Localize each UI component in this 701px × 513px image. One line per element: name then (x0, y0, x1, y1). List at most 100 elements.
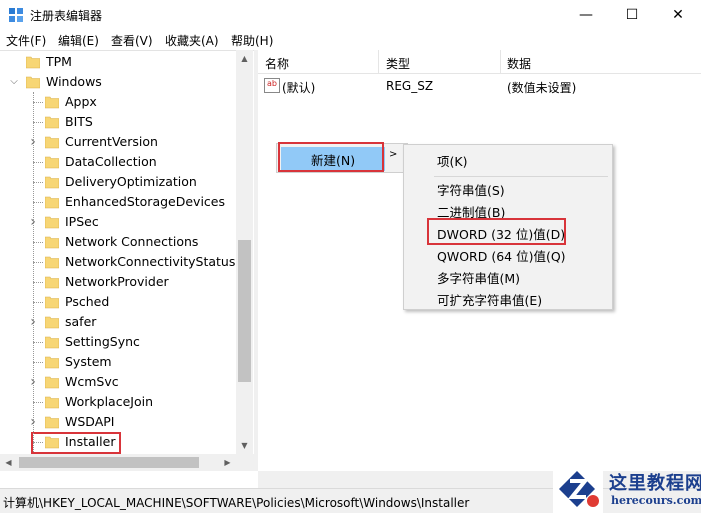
scroll-left-arrow-icon[interactable]: ◀ (0, 454, 17, 471)
folder-icon (45, 196, 59, 209)
tree-item[interactable]: ⌵ Windows (0, 72, 236, 92)
tree-item[interactable]: TPM (0, 52, 236, 72)
tree-item-label: Windows (46, 74, 102, 89)
tree-connector (33, 282, 43, 283)
tree-item-label: WorkplaceJoin (65, 394, 154, 409)
title-bar: 注册表编辑器 — ☐ ✕ (0, 0, 701, 30)
tree-item[interactable]: DataCollection (0, 152, 236, 172)
highlight-box-installer (31, 432, 121, 454)
menu-file[interactable]: 文件(F) (6, 32, 46, 49)
folder-icon (45, 276, 59, 289)
folder-icon (45, 96, 59, 109)
tree-connector (33, 202, 43, 203)
tree-connector (33, 302, 43, 303)
tree-item-label: Appx (65, 94, 97, 109)
tree-item-label: EnhancedStorageDevices (65, 194, 225, 209)
tree-item[interactable]: › IPSec (0, 212, 236, 232)
menu-item-key[interactable]: 项(K) (437, 151, 467, 170)
menu-item-qword-value[interactable]: QWORD (64 位)值(Q) (437, 246, 566, 265)
tree-item[interactable]: NetworkConnectivityStatusInc (0, 252, 236, 272)
folder-icon (45, 256, 59, 269)
tree-item-label: DataCollection (65, 154, 157, 169)
tree-connector (33, 102, 43, 103)
table-row[interactable]: ab (默认) REG_SZ (数值未设置) (258, 76, 701, 96)
tree-item[interactable]: DeliveryOptimization (0, 172, 236, 192)
scroll-right-arrow-icon[interactable]: ▶ (219, 454, 236, 471)
folder-icon (45, 136, 59, 149)
tree-connector (33, 362, 43, 363)
list-header: 名称 类型 数据 (258, 50, 701, 74)
menu-bar: 文件(F) 编辑(E) 查看(V) 收藏夹(A) 帮助(H) (0, 30, 701, 50)
close-button[interactable]: ✕ (655, 0, 701, 30)
tree-item[interactable]: Network Connections (0, 232, 236, 252)
tree-scroll-thumb[interactable] (238, 240, 251, 382)
folder-icon (45, 376, 59, 389)
string-value-icon: ab (264, 78, 280, 93)
registry-tree[interactable]: TPM ⌵ Windows Appx BITS › CurrentVersion DataCo… (0, 50, 254, 471)
tree-item-label: CurrentVersion (65, 134, 158, 149)
tree-connector (33, 122, 43, 123)
watermark: 这里教程网 herecours.com (553, 465, 701, 513)
tree-item[interactable]: NetworkProvider (0, 272, 236, 292)
tree-item[interactable]: System (0, 352, 236, 372)
scroll-down-arrow-icon[interactable]: ▼ (236, 437, 253, 454)
tree-horizontal-scrollbar[interactable]: ◀ ▶ (0, 454, 254, 471)
folder-icon (45, 416, 59, 429)
tree-vertical-scrollbar[interactable]: ▲ ▼ (236, 50, 253, 454)
watermark-logo-icon (553, 465, 603, 513)
tree-item-label: System (65, 354, 112, 369)
value-name: (默认) (282, 81, 316, 95)
folder-icon (45, 156, 59, 169)
tree-item-label: BITS (65, 114, 93, 129)
folder-icon (26, 76, 40, 89)
value-type: REG_SZ (386, 79, 434, 93)
minimize-button[interactable]: — (563, 0, 609, 30)
registry-path: 计算机\HKEY_LOCAL_MACHINE\SOFTWARE\Policies… (3, 496, 470, 510)
menu-view[interactable]: 查看(V) (111, 32, 153, 49)
tree-connector (33, 262, 43, 263)
tree-item[interactable]: SettingSync (0, 332, 236, 352)
tree-item[interactable]: › WcmSvc (0, 372, 236, 392)
menu-help[interactable]: 帮助(H) (231, 32, 273, 49)
watermark-url: herecours.com (611, 494, 701, 507)
column-divider[interactable] (500, 50, 501, 74)
menu-item-string-value[interactable]: 字符串值(S) (437, 180, 505, 199)
tree-item[interactable]: EnhancedStorageDevices (0, 192, 236, 212)
column-header-data[interactable]: 数据 (507, 55, 531, 72)
tree-item-label: IPSec (65, 214, 99, 229)
tree-item[interactable]: WorkplaceJoin (0, 392, 236, 412)
tree-item[interactable]: Psched (0, 292, 236, 312)
value-data: (数值未设置) (507, 81, 577, 95)
tree-connector (33, 342, 43, 343)
tree-item[interactable]: BITS (0, 112, 236, 132)
folder-icon (45, 296, 59, 309)
menu-item-expandable-string-value[interactable]: 可扩充字符串值(E) (437, 290, 542, 309)
tree-connector (33, 182, 43, 183)
tree-item-label: TPM (46, 54, 72, 69)
tree-item[interactable]: Appx (0, 92, 236, 112)
maximize-button[interactable]: ☐ (609, 0, 655, 30)
chevron-down-icon[interactable]: ⌵ (8, 74, 20, 90)
column-divider[interactable] (378, 50, 379, 74)
watermark-title: 这里教程网 (609, 473, 701, 494)
tree-item[interactable]: › safer (0, 312, 236, 332)
tree-item[interactable]: › WSDAPI (0, 412, 236, 432)
tree-item-label: safer (65, 314, 97, 329)
column-header-type[interactable]: 类型 (386, 55, 410, 72)
chevron-right-icon: > (389, 149, 398, 160)
menu-favorites[interactable]: 收藏夹(A) (165, 32, 219, 49)
tree-item[interactable]: › CurrentVersion (0, 132, 236, 152)
folder-icon (26, 56, 40, 69)
tree-item-label: Network Connections (65, 234, 199, 249)
highlight-box-new (278, 142, 384, 172)
highlight-box-dword (427, 218, 566, 245)
tree-connector (33, 162, 43, 163)
folder-icon (45, 396, 59, 409)
menu-item-multi-string-value[interactable]: 多字符串值(M) (437, 268, 520, 287)
tree-hscroll-thumb[interactable] (19, 457, 199, 468)
tree-item-label: Psched (65, 294, 110, 309)
column-header-name[interactable]: 名称 (265, 55, 289, 72)
folder-icon (45, 236, 59, 249)
menu-edit[interactable]: 编辑(E) (58, 32, 99, 49)
scroll-up-arrow-icon[interactable]: ▲ (236, 50, 253, 67)
